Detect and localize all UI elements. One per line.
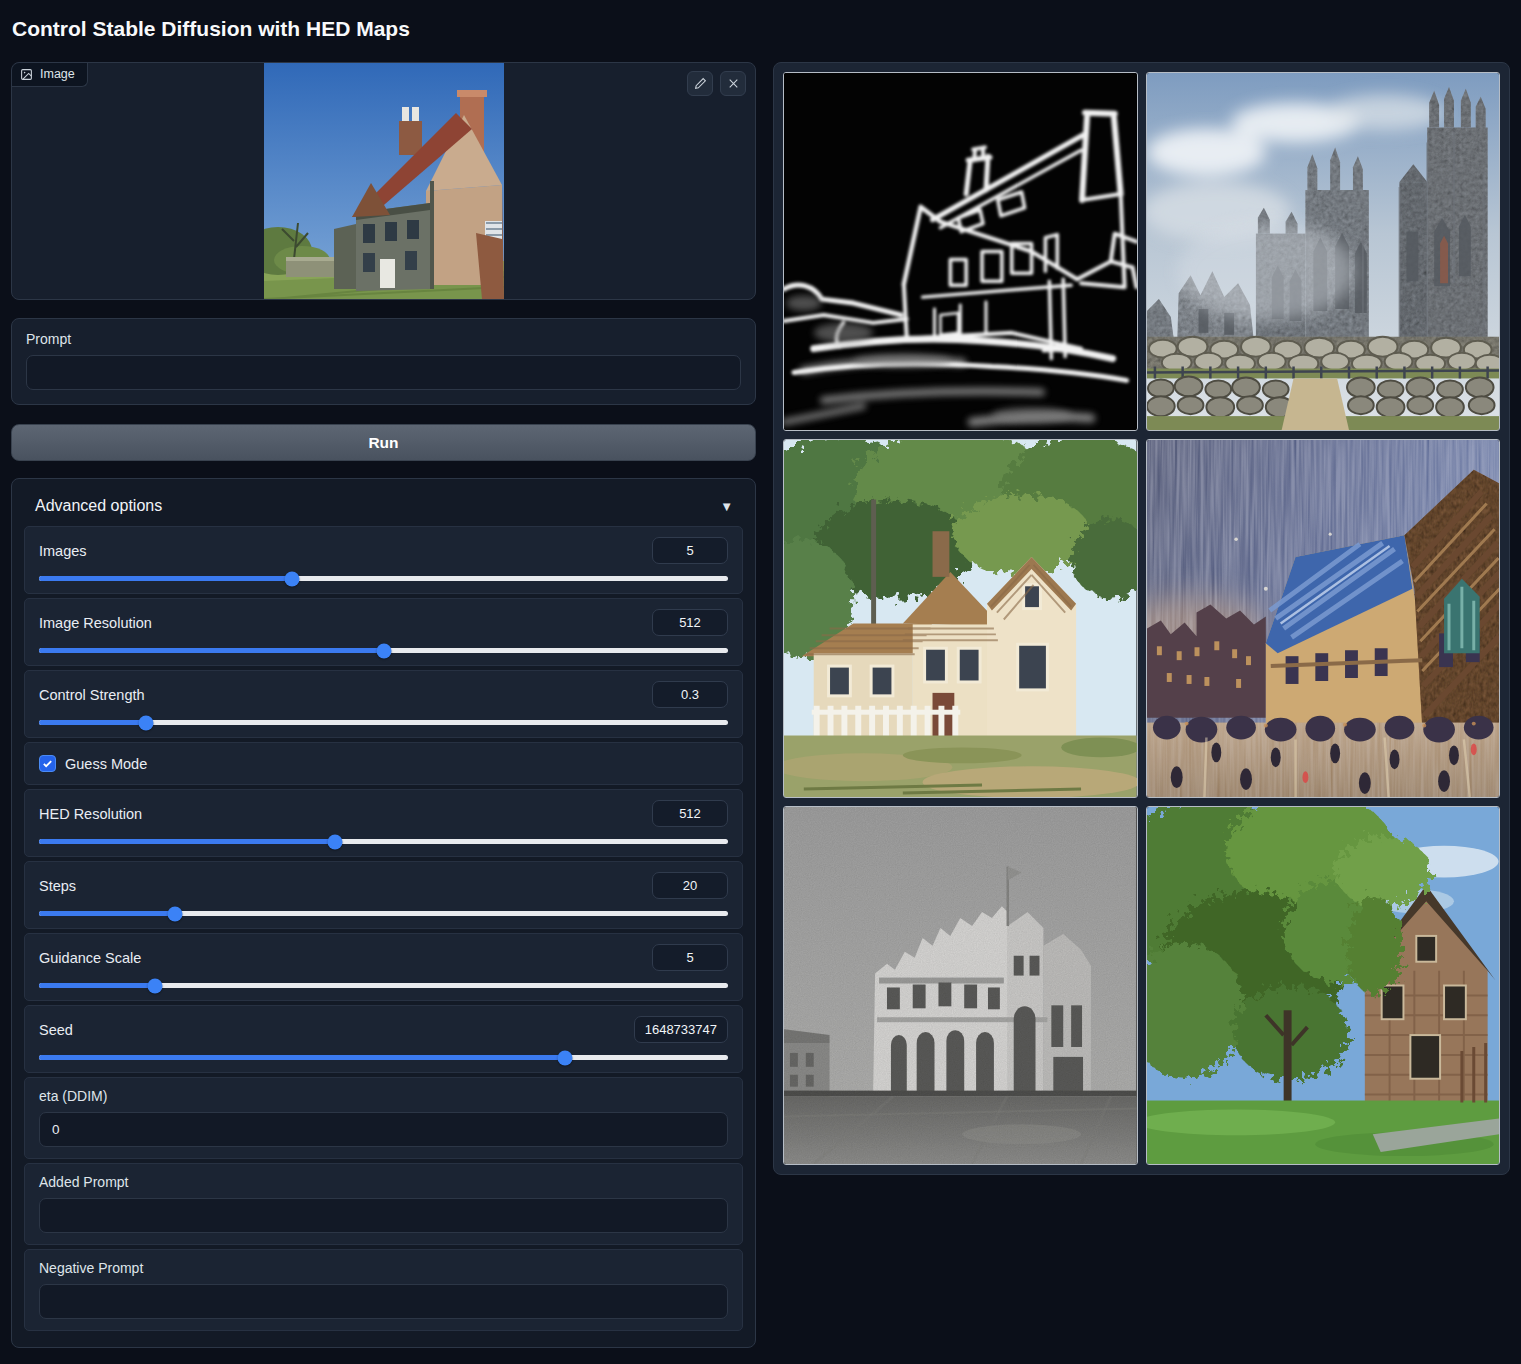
image-resolution-value[interactable]: 512	[652, 609, 728, 636]
input-image-tab: Image	[12, 63, 88, 87]
hed-resolution-value[interactable]: 512	[652, 800, 728, 827]
images-slider-block: Images 5	[24, 526, 743, 594]
hed-resolution-label: HED Resolution	[39, 806, 142, 822]
check-icon	[42, 758, 53, 769]
image-toolbar	[687, 71, 746, 96]
left-column: Image Prompt Run Advanced opti	[11, 62, 756, 1348]
gallery-item-brick-house[interactable]	[1146, 806, 1501, 1165]
prompt-field: Prompt	[11, 318, 756, 405]
hed-resolution-slider-handle[interactable]	[328, 834, 343, 849]
advanced-options-panel: Advanced options ▼ Images 5 Image Resolu…	[11, 478, 756, 1348]
eta-ddim-label: eta (DDIM)	[39, 1088, 728, 1104]
run-button[interactable]: Run	[11, 424, 756, 461]
pencil-icon	[694, 77, 707, 90]
app: Control Stable Diffusion with HED Maps	[0, 0, 1521, 1364]
steps-slider-handle[interactable]	[168, 906, 183, 921]
prompt-input[interactable]	[26, 355, 741, 390]
guess-mode-checkbox[interactable]	[39, 755, 56, 772]
input-image-photo[interactable]	[264, 63, 504, 299]
seed-slider-block: Seed 1648733747	[24, 1005, 743, 1073]
images-label: Images	[39, 543, 87, 559]
control-strength-slider[interactable]	[39, 720, 728, 725]
gallery-item-hed-edge-map[interactable]	[783, 72, 1138, 431]
gallery-item-cream-house[interactable]	[783, 439, 1138, 798]
guidance-scale-slider[interactable]	[39, 983, 728, 988]
seed-label: Seed	[39, 1022, 73, 1038]
gallery-item-bw-building[interactable]	[783, 806, 1138, 1165]
images-slider[interactable]	[39, 576, 728, 581]
main-row: Image Prompt Run Advanced opti	[11, 62, 1510, 1348]
right-column	[773, 62, 1510, 1175]
input-image-panel[interactable]: Image	[11, 62, 756, 300]
guess-mode-label: Guess Mode	[65, 756, 147, 772]
guess-mode-checkbox-block: Guess Mode	[24, 742, 743, 785]
guidance-scale-slider-block: Guidance Scale 5	[24, 933, 743, 1001]
guidance-scale-label: Guidance Scale	[39, 950, 141, 966]
image-resolution-slider[interactable]	[39, 648, 728, 653]
collapse-arrow-icon: ▼	[720, 499, 733, 514]
seed-slider-handle[interactable]	[558, 1050, 573, 1065]
image-icon	[20, 68, 33, 81]
images-value[interactable]: 5	[652, 537, 728, 564]
control-strength-slider-block: Control Strength 0.3	[24, 670, 743, 738]
advanced-controls: Images 5 Image Resolution 512 Control St…	[24, 526, 743, 1331]
seed-slider[interactable]	[39, 1055, 728, 1060]
hed-resolution-slider[interactable]	[39, 839, 728, 844]
seed-value[interactable]: 1648733747	[634, 1016, 728, 1043]
hed-resolution-slider-block: HED Resolution 512	[24, 789, 743, 857]
negative-prompt-label: Negative Prompt	[39, 1260, 728, 1276]
steps-slider-block: Steps 20	[24, 861, 743, 929]
added-prompt-input[interactable]	[39, 1198, 728, 1233]
steps-label: Steps	[39, 878, 76, 894]
advanced-options-title: Advanced options	[35, 497, 162, 515]
negative-prompt-input[interactable]	[39, 1284, 728, 1319]
eta-ddim-field: eta (DDIM) 0	[24, 1077, 743, 1159]
added-prompt-label: Added Prompt	[39, 1174, 728, 1190]
eta-ddim-input[interactable]: 0	[39, 1112, 728, 1147]
image-resolution-slider-handle[interactable]	[376, 643, 391, 658]
added-prompt-field: Added Prompt	[24, 1163, 743, 1245]
edit-image-button[interactable]	[687, 71, 713, 96]
negative-prompt-field: Negative Prompt	[24, 1249, 743, 1331]
gallery-item-stylized-painting[interactable]	[1146, 439, 1501, 798]
control-strength-label: Control Strength	[39, 687, 145, 703]
output-gallery	[773, 62, 1510, 1175]
image-resolution-label: Image Resolution	[39, 615, 152, 631]
gallery-item-cathedral[interactable]	[1146, 72, 1501, 431]
input-image-tab-label: Image	[40, 67, 75, 81]
control-strength-slider-handle[interactable]	[138, 715, 153, 730]
guidance-scale-value[interactable]: 5	[652, 944, 728, 971]
images-slider-handle[interactable]	[284, 571, 299, 586]
steps-slider[interactable]	[39, 911, 728, 916]
clear-image-button[interactable]	[720, 71, 746, 96]
steps-value[interactable]: 20	[652, 872, 728, 899]
page-title: Control Stable Diffusion with HED Maps	[12, 16, 1510, 42]
advanced-options-header[interactable]: Advanced options ▼	[24, 491, 743, 526]
control-strength-value[interactable]: 0.3	[652, 681, 728, 708]
guidance-scale-slider-handle[interactable]	[148, 978, 163, 993]
close-icon	[727, 77, 740, 90]
prompt-label: Prompt	[26, 331, 741, 347]
image-resolution-slider-block: Image Resolution 512	[24, 598, 743, 666]
